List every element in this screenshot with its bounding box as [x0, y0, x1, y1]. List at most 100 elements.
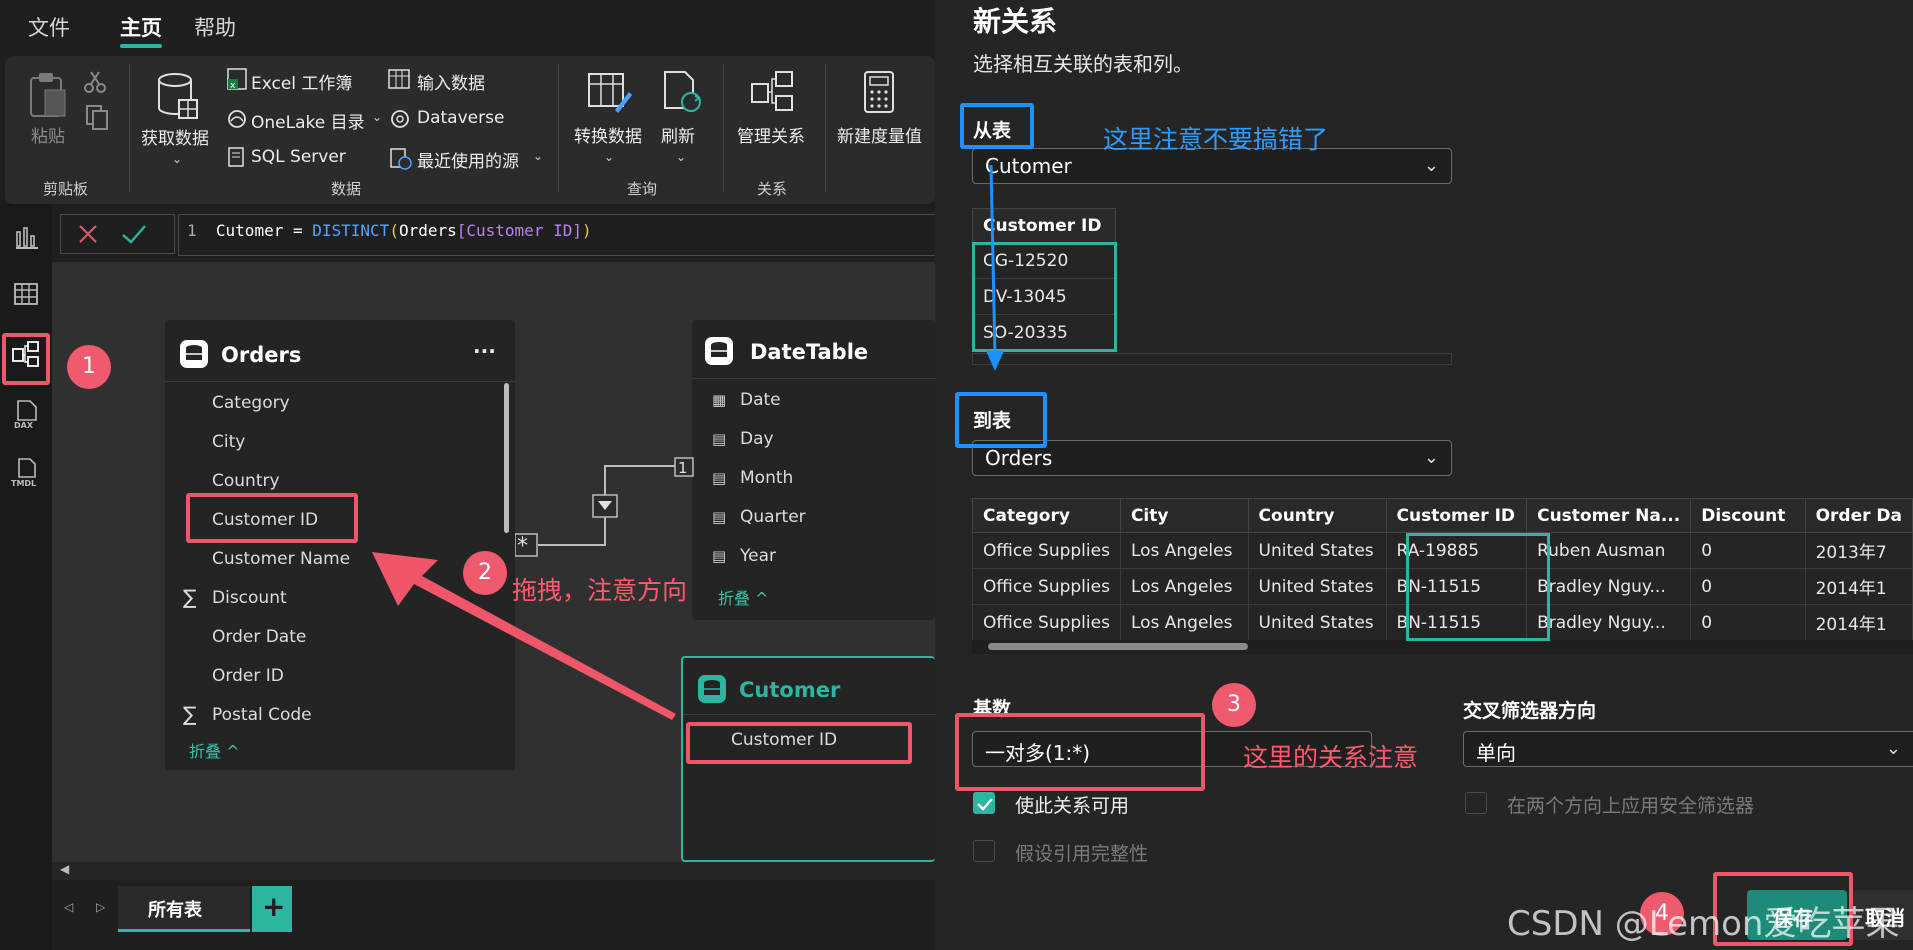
field-city[interactable]: City [212, 432, 245, 452]
manage-relationships-icon[interactable] [750, 70, 796, 116]
dialog-subtitle: 选择相互关联的表和列。 [973, 52, 1193, 76]
field-year[interactable]: Year [740, 546, 776, 566]
referential-integrity-checkbox[interactable] [973, 840, 995, 862]
onelake-catalog-button[interactable]: OneLake 目录 [251, 108, 365, 133]
transform-data-icon[interactable] [587, 70, 633, 116]
to-grid-scrollbar[interactable] [972, 640, 1913, 654]
dataverse-button[interactable]: Dataverse [417, 108, 504, 128]
canvas-horizontal-scrollbar[interactable]: ◀ [52, 862, 935, 880]
report-view-icon[interactable] [10, 220, 42, 252]
field-order-date[interactable]: Order Date [212, 627, 306, 647]
referential-integrity-label: 假设引用完整性 [1015, 843, 1149, 865]
table-view-icon[interactable] [10, 278, 42, 310]
sql-server-icon [228, 147, 244, 167]
chevron-down-icon[interactable]: ⌄ [533, 149, 543, 163]
scroll-left-icon[interactable]: ◀ [60, 862, 69, 876]
column-header[interactable]: Category [972, 498, 1121, 533]
sql-server-button[interactable]: SQL Server [251, 147, 346, 167]
tab-scroll-right-icon[interactable]: ▷ [96, 900, 105, 914]
cut-icon[interactable] [83, 70, 107, 94]
database-icon[interactable] [155, 72, 201, 122]
field-quarter[interactable]: Quarter [740, 507, 806, 527]
column-header[interactable]: Order Da [1804, 498, 1913, 533]
card-scrollbar[interactable] [504, 383, 509, 533]
collapse-link[interactable]: 折叠 ^ [189, 738, 240, 762]
excel-workbook-button[interactable]: Excel 工作簿 [251, 69, 352, 94]
paste-button-label[interactable]: 粘贴 [31, 122, 65, 147]
field-postal-code[interactable]: Postal Code [212, 705, 312, 725]
highlight-from-label [960, 103, 1034, 149]
formula-paren: ( [389, 221, 399, 240]
calculator-icon[interactable] [863, 70, 897, 116]
table-icon [698, 675, 726, 703]
recent-sources-button[interactable]: 最近使用的源 [417, 147, 519, 172]
chevron-down-icon[interactable]: ⌄ [676, 150, 686, 164]
check-icon[interactable] [121, 223, 147, 245]
sum-icon: ∑ [183, 585, 197, 609]
crossfilter-dropdown[interactable]: 单向 ⌄ [1463, 731, 1913, 767]
column-header[interactable]: Customer Na... [1526, 498, 1692, 533]
ribbon-separator [129, 64, 130, 192]
highlight-to-column [1406, 533, 1550, 641]
highlight-orders-customer-id [186, 493, 358, 543]
formula-column: [Customer ID] [456, 221, 582, 240]
formula-input[interactable]: 1 Cutomer = DISTINCT(Orders[Customer ID]… [178, 214, 938, 256]
active-tab-indicator [120, 44, 162, 48]
add-tab-button[interactable]: + [252, 886, 292, 932]
menu-home[interactable]: 主页 [120, 12, 162, 42]
svg-text:x: x [230, 81, 236, 90]
chevron-down-icon[interactable]: ⌄ [372, 110, 382, 124]
new-measure-button[interactable]: 新建度量值 [837, 122, 922, 147]
column-header[interactable]: Country [1247, 498, 1387, 533]
crossfilter-value: 单向 [1476, 741, 1516, 765]
formula-line-number: 1 [187, 221, 197, 240]
chevron-down-icon: ⌄ [1885, 738, 1901, 759]
refresh-icon[interactable] [661, 70, 705, 118]
tmdl-view-icon[interactable]: TMDL [10, 456, 42, 488]
enable-relationship-checkbox[interactable] [973, 792, 995, 814]
enter-data-button[interactable]: 输入数据 [417, 69, 485, 94]
calendar-icon: ▦ [712, 391, 727, 409]
field-month[interactable]: Month [740, 468, 793, 488]
paste-icon[interactable] [27, 70, 69, 120]
tab-all-tables[interactable]: 所有表 [118, 886, 250, 932]
chevron-down-icon[interactable]: ⌄ [172, 152, 182, 166]
page-tab-bar: ◁ ▷ 所有表 + [52, 880, 935, 940]
card-divider [692, 378, 935, 379]
column-header[interactable]: City [1119, 498, 1249, 533]
collapse-link[interactable]: 折叠 ^ [718, 585, 769, 609]
menu-bar: 文件 主页 帮助 [0, 0, 935, 56]
formula-function: DISTINCT [312, 221, 390, 240]
field-country[interactable]: Country [212, 471, 280, 491]
formula-table: Orders [398, 221, 457, 240]
security-filter-checkbox[interactable] [1465, 792, 1487, 814]
from-grid-scrollbar[interactable] [972, 353, 1452, 365]
formula-paren: ) [581, 221, 592, 240]
dax-query-view-icon[interactable]: DAX [10, 398, 42, 430]
transform-data-button[interactable]: 转换数据 [574, 122, 642, 147]
field-date[interactable]: Date [740, 390, 781, 410]
scrollbar-thumb[interactable] [988, 643, 1248, 650]
field-day[interactable]: Day [740, 429, 774, 449]
menu-help[interactable]: 帮助 [194, 12, 236, 42]
field-order-id[interactable]: Order ID [212, 666, 284, 686]
tab-scroll-left-icon[interactable]: ◁ [64, 900, 73, 914]
recent-sources-icon [390, 148, 412, 170]
close-icon[interactable] [77, 223, 99, 245]
card-divider [165, 381, 515, 382]
chevron-down-icon[interactable]: ⌄ [604, 150, 614, 164]
field-customer-name[interactable]: Customer Name [212, 549, 350, 569]
refresh-button[interactable]: 刷新 [661, 122, 695, 147]
datetable-table-card[interactable]: DateTable ▦ Date ▤ Day ▤ Month ▤ Quarter… [692, 320, 935, 620]
get-data-button[interactable]: 获取数据 [141, 124, 209, 149]
svg-text:TMDL: TMDL [11, 479, 36, 488]
query-group-label: 查询 [627, 180, 658, 198]
more-options-icon[interactable]: ··· [473, 339, 496, 363]
menu-file[interactable]: 文件 [28, 12, 70, 42]
manage-relationships-button[interactable]: 管理关系 [737, 122, 805, 147]
field-discount[interactable]: Discount [212, 588, 287, 608]
copy-icon[interactable] [85, 104, 109, 130]
field-category[interactable]: Category [212, 393, 290, 413]
column-header[interactable]: Discount [1690, 498, 1806, 533]
column-header-selected[interactable]: Customer ID [1385, 498, 1528, 533]
